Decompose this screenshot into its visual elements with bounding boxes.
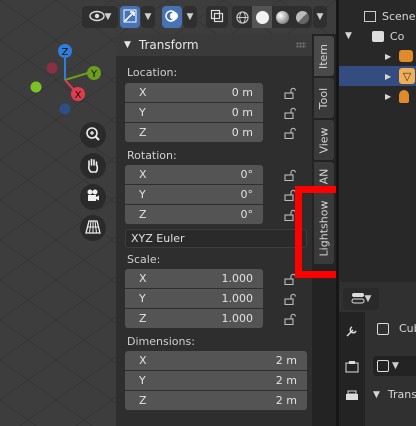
grid-icon [85,219,101,238]
chevron-right-icon: ▶ [385,91,392,101]
outliner-row-camera[interactable]: ▶ [339,46,416,66]
drag-grip-icon[interactable] [296,42,306,48]
scene-icon [364,10,376,22]
lock-icon[interactable] [284,87,296,99]
location-x-field[interactable]: X0 m [125,83,263,102]
overlay-icon [165,9,179,26]
mesh-object-icon: ▽ [399,68,416,84]
output-icon[interactable] [345,390,359,407]
zoom-button[interactable] [80,122,106,148]
panel-title: Transform [138,38,199,52]
solid-shading-button[interactable] [252,6,272,28]
object-name-row: Cub [377,322,416,335]
eye-icon [88,10,105,25]
wireframe-shading-button[interactable] [232,6,252,28]
transform-section-header[interactable]: ▼ Trans [373,388,416,401]
shading-mode-group [232,6,312,28]
properties-editor: ▼ Cub ▼ ▼ Trans [339,282,416,426]
visibility-dropdown[interactable]: ▼ [82,6,118,28]
rotation-z-field[interactable]: Z 0° [125,205,263,224]
rendered-shading-button[interactable] [292,6,312,28]
tab-tool[interactable]: Tool [314,78,334,118]
location-z-field[interactable]: Z0 m [125,123,263,142]
lock-icon[interactable] [284,293,296,305]
chevron-down-icon: ▼ [124,40,131,50]
object-name: Cub [399,322,416,335]
object-data-select[interactable]: ▼ [373,356,416,376]
sidebar-n-panel: ▼ Transform Location: X0 m Y0 m Z0 m Rot… [116,34,312,426]
outliner-row-cube[interactable]: ▶ ▽ [339,66,416,86]
gizmo-toggle-button[interactable] [120,6,140,28]
location-y-field[interactable]: Y0 m [125,103,263,122]
outliner: Scene ▼ Co ▶ ▶ ▽ ▶ [339,0,416,282]
rotation-x-field[interactable]: X 0° [125,165,263,184]
xray-toggle-button[interactable] [206,6,228,28]
perspective-toggle-button[interactable] [80,215,106,241]
chevron-right-icon: ▶ [385,51,392,61]
scale-y-field[interactable]: Y 1.000 [125,289,263,308]
chevron-down-icon: ▼ [373,389,380,400]
lock-icon[interactable] [284,313,296,325]
scale-z-field[interactable]: Z 1.000 [125,309,263,328]
xray-icon [210,9,224,26]
properties-tabs [339,312,365,426]
pan-button[interactable] [80,153,106,179]
rotation-label: Rotation: [127,149,177,162]
lock-icon[interactable] [284,107,296,119]
editor-type-dropdown[interactable]: ▼ [343,288,379,310]
shading-dropdown[interactable]: ▼ [313,6,327,28]
tab-view[interactable]: View [314,120,334,160]
tool-settings-icon[interactable] [345,324,359,341]
overlay-toggle-button[interactable] [162,6,182,28]
overlay-dropdown[interactable]: ▼ [183,6,197,28]
svg-text:Y: Y [90,69,98,80]
collection-icon [371,30,384,42]
outliner-row-scene[interactable]: Scene [339,6,416,26]
lock-icon[interactable] [284,169,296,181]
properties-icon [351,292,365,307]
camera-icon [85,188,101,207]
lock-icon[interactable] [284,127,296,139]
hand-icon [85,157,101,176]
material-shading-button[interactable] [272,6,292,28]
light-object-icon [399,89,410,103]
scale-label: Scale: [127,253,161,266]
transform-panel-header[interactable]: ▼ Transform [116,34,312,56]
chevron-down-icon: ▼ [345,31,352,41]
outliner-row-collection[interactable]: ▼ Co [339,26,416,46]
svg-text:X: X [75,90,82,101]
chevron-down-icon: ▼ [104,12,112,22]
dimensions-label: Dimensions: [127,335,195,348]
object-icon [377,322,389,335]
location-label: Location: [127,66,178,79]
zoom-icon [85,126,101,145]
dimensions-x-field[interactable]: X2 m [125,351,307,370]
rotation-mode-select[interactable]: XYZ Euler [125,229,307,248]
dimensions-y-field[interactable]: Y2 m [125,371,307,390]
tab-item[interactable]: Item [314,36,334,76]
select-tool-icon [123,9,137,26]
svg-text:Z: Z [62,47,69,58]
outliner-row-light[interactable]: ▶ [339,86,416,106]
dimensions-z-field[interactable]: Z2 m [125,391,307,410]
camera-view-button[interactable] [80,184,106,210]
camera-object-icon [399,50,414,62]
gizmo-dropdown[interactable]: ▼ [141,6,155,28]
rotation-y-field[interactable]: Y 0° [125,185,263,204]
scale-x-field[interactable]: X 1.000 [125,269,263,288]
render-icon[interactable] [345,360,359,377]
chevron-right-icon: ▶ [385,71,392,81]
viewport-header: ▼ ▼ ▼ ▼ [0,0,336,34]
